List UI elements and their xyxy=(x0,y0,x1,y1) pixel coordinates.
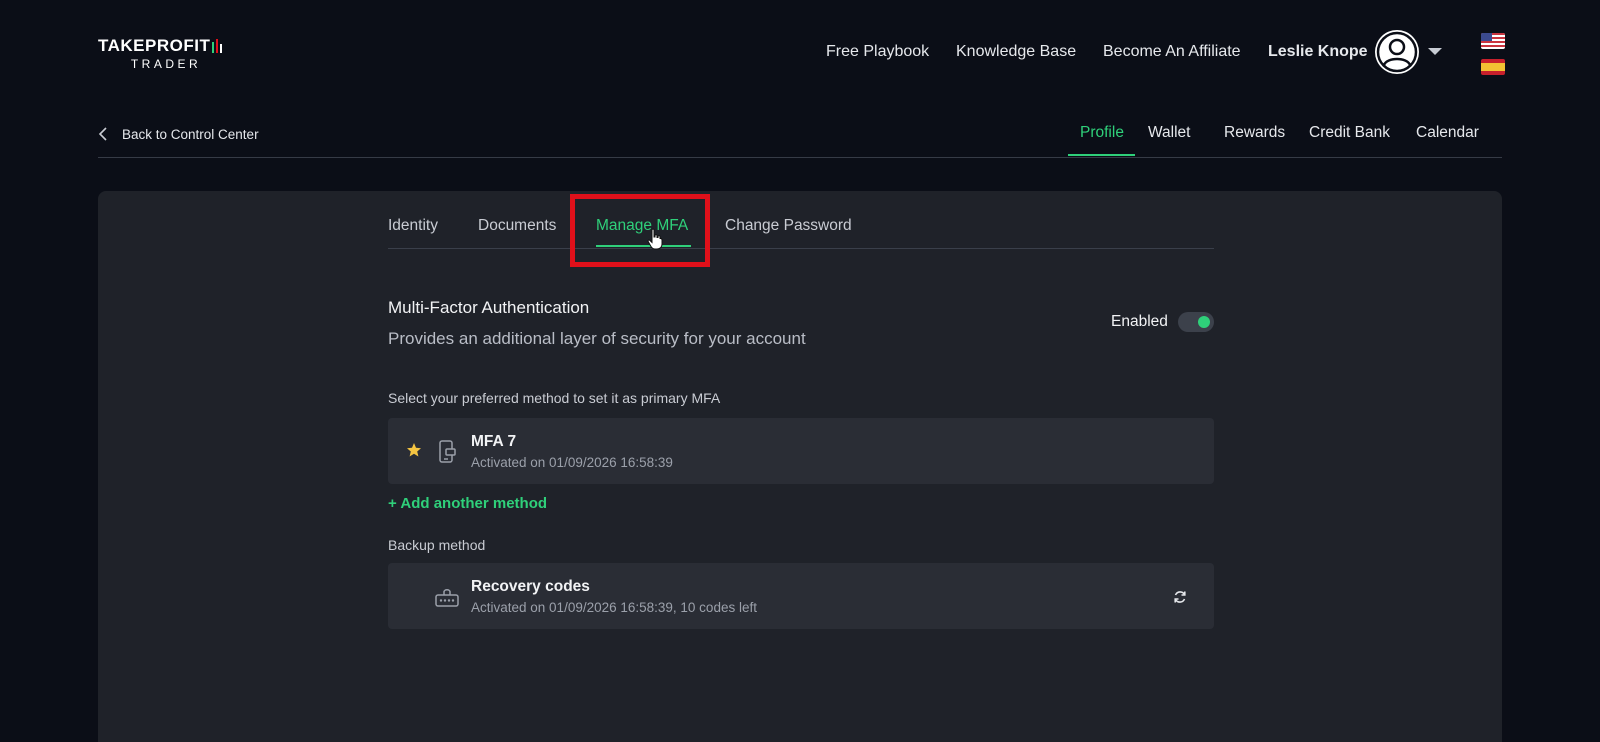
hand-cursor-icon xyxy=(647,228,663,250)
user-menu-chevron-down-icon[interactable] xyxy=(1428,48,1442,55)
tab-wallet[interactable]: Wallet xyxy=(1148,124,1191,142)
mfa-enabled-toggle[interactable] xyxy=(1178,312,1214,332)
user-avatar[interactable] xyxy=(1375,30,1419,74)
star-icon[interactable] xyxy=(406,442,422,458)
logo-subtitle: TRADER xyxy=(130,57,202,71)
takeprofit-logo[interactable]: TAKEPROFIT TRADER xyxy=(98,36,238,72)
profile-tabs-divider xyxy=(388,248,1214,249)
logo-bars-icon xyxy=(212,39,223,53)
keypad-icon xyxy=(435,589,459,607)
mfa-title: Multi-Factor Authentication xyxy=(388,298,590,317)
backup-method-card[interactable] xyxy=(388,563,1214,629)
tab-rewards[interactable]: Rewards xyxy=(1224,124,1285,142)
tab-documents[interactable]: Documents xyxy=(478,217,556,235)
user-circle-icon xyxy=(1376,31,1418,73)
back-to-control-center-link[interactable]: Back to Control Center xyxy=(98,125,259,143)
flag-us-icon[interactable] xyxy=(1481,33,1505,49)
backup-method-label: Backup method xyxy=(388,537,486,553)
primary-mfa-card[interactable] xyxy=(388,418,1214,484)
toggle-knob xyxy=(1198,316,1210,328)
mfa-subtitle: Provides an additional layer of security… xyxy=(388,329,806,348)
highlight-annotation-box xyxy=(570,194,710,267)
nav-knowledge-base[interactable]: Knowledge Base xyxy=(956,43,1076,63)
top-header: TAKEPROFIT TRADER Free Playbook Knowledg… xyxy=(0,0,1600,100)
nav-free-playbook[interactable]: Free Playbook xyxy=(826,43,929,63)
tab-profile[interactable]: Profile xyxy=(1080,124,1124,142)
chevron-left-icon xyxy=(98,127,107,141)
add-another-method-link[interactable]: + Add another method xyxy=(388,495,547,512)
tab-change-password[interactable]: Change Password xyxy=(725,217,852,235)
primary-mfa-name: MFA 7 xyxy=(471,433,517,450)
phone-device-icon xyxy=(439,440,456,463)
tab-identity[interactable]: Identity xyxy=(388,217,438,235)
tab-credit-bank[interactable]: Credit Bank xyxy=(1309,124,1390,142)
refresh-codes-icon[interactable] xyxy=(1172,589,1188,605)
tab-calendar[interactable]: Calendar xyxy=(1416,124,1479,142)
active-tab-indicator xyxy=(1068,154,1135,156)
backup-method-name: Recovery codes xyxy=(471,578,590,595)
user-name[interactable]: Leslie Knope xyxy=(1268,43,1368,63)
logo-wordmark: TAKEPROFIT xyxy=(98,36,238,56)
backup-method-activated: Activated on 01/09/2026 16:58:39, 10 cod… xyxy=(471,600,757,615)
flag-es-icon[interactable] xyxy=(1481,59,1505,75)
primary-mfa-activated: Activated on 01/09/2026 16:58:39 xyxy=(471,455,673,470)
back-label: Back to Control Center xyxy=(122,126,259,142)
primary-mfa-instructions: Select your preferred method to set it a… xyxy=(388,390,721,406)
mfa-status-label: Enabled xyxy=(1111,313,1168,330)
nav-become-affiliate[interactable]: Become An Affiliate xyxy=(1103,43,1241,63)
subnav-divider xyxy=(98,157,1502,158)
